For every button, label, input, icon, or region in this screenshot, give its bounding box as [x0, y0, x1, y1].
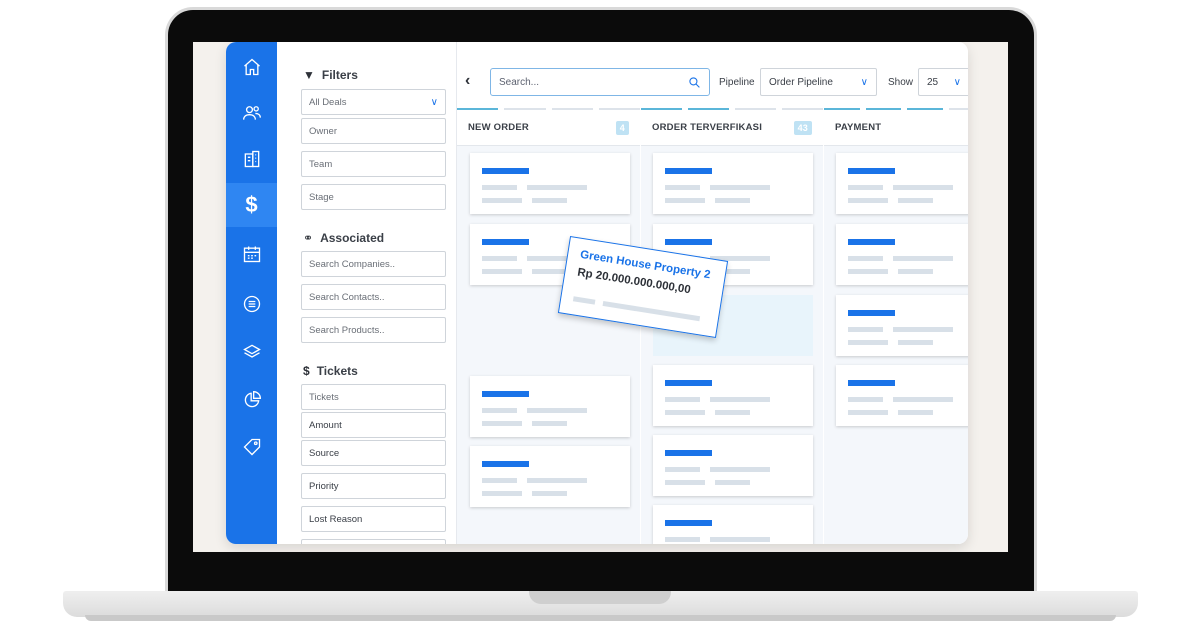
team-field[interactable]: Team — [301, 151, 446, 177]
nav-rail: $ — [226, 42, 277, 544]
calendar-icon — [243, 246, 260, 263]
deal-card[interactable] — [653, 505, 813, 544]
tickets-heading: $ Tickets — [303, 364, 358, 378]
home-icon — [243, 58, 260, 76]
nav-companies[interactable] — [226, 137, 277, 181]
search-icon — [689, 76, 700, 88]
chevron-down-icon: ∨ — [430, 96, 438, 108]
column-title: PAYMENT — [835, 122, 882, 133]
filter-icon: ▼ — [303, 68, 315, 82]
search-products-input[interactable]: Search Products.. — [301, 317, 446, 343]
deal-card[interactable] — [470, 376, 630, 437]
search-input[interactable]: Search... — [490, 68, 710, 96]
companies-icon — [244, 150, 259, 168]
back-arrow-icon[interactable]: ‹ — [465, 72, 470, 90]
column-new-order: NEW ORDER 4 — [457, 108, 640, 544]
filters-heading: ▼ Filters — [303, 68, 358, 82]
column-title: NEW ORDER — [468, 122, 529, 133]
associated-title: Associated — [320, 231, 385, 245]
nav-home[interactable] — [226, 45, 277, 89]
tickets-title: Tickets — [316, 364, 358, 378]
search-placeholder: Search... — [499, 76, 540, 88]
source-field[interactable]: Source — [301, 440, 446, 466]
tickets-field[interactable]: Tickets — [301, 384, 446, 410]
deal-type-value: All Deals — [309, 96, 347, 108]
pipeline-value: Order Pipeline — [769, 76, 833, 88]
link-icon: ⚭ — [303, 231, 314, 245]
amount-placeholder: Amount — [309, 419, 342, 431]
filters-panel: ▼ Filters All Deals ∨ Owner Team Stage ⚭… — [277, 42, 457, 544]
column-count-badge: 43 — [793, 120, 812, 135]
filters-title: Filters — [321, 68, 358, 82]
nav-contacts[interactable] — [226, 91, 277, 135]
deal-card[interactable] — [653, 365, 813, 426]
deal-card[interactable] — [836, 295, 968, 356]
search-contacts-placeholder: Search Contacts.. — [309, 291, 385, 303]
pipeline-select[interactable]: Order Pipeline ∨ — [760, 68, 877, 96]
deal-card[interactable] — [653, 153, 813, 214]
search-contacts-input[interactable]: Search Contacts.. — [301, 284, 446, 310]
reports-icon — [244, 390, 261, 408]
notes-icon — [243, 295, 260, 313]
column-title: ORDER TERVERFIKASI — [652, 122, 763, 133]
deal-card[interactable] — [836, 365, 968, 426]
owner-field[interactable]: Owner — [301, 118, 446, 144]
dollar-icon: $ — [303, 364, 310, 378]
priority-field[interactable]: Priority — [301, 473, 446, 499]
deals-icon: $ — [245, 192, 258, 217]
lost-reason-placeholder: Lost Reason — [309, 513, 363, 525]
chevron-down-icon: ∨ — [953, 76, 961, 88]
deal-card[interactable] — [836, 153, 968, 214]
associated-heading: ⚭ Associated — [303, 231, 384, 245]
nav-notes[interactable] — [226, 282, 277, 326]
deal-card[interactable] — [653, 435, 813, 496]
column-header: PAYMENT — [824, 110, 968, 146]
column-header: NEW ORDER 4 — [457, 110, 640, 146]
column-payment: PAYMENT — [824, 108, 968, 544]
nav-tags[interactable] — [226, 425, 277, 469]
show-count-value: 25 — [927, 76, 939, 88]
search-companies-input[interactable]: Search Companies.. — [301, 251, 446, 277]
team-placeholder: Team — [309, 158, 333, 170]
deal-card[interactable] — [836, 224, 968, 285]
laptop-base-shadow — [85, 615, 1116, 621]
search-products-placeholder: Search Products.. — [309, 324, 385, 336]
contacts-icon — [242, 106, 261, 120]
source-placeholder: Source — [309, 447, 340, 459]
extra-filter-field[interactable] — [301, 539, 446, 544]
nav-reports[interactable] — [226, 378, 277, 422]
layers-icon — [242, 344, 261, 358]
nav-calendar[interactable] — [226, 232, 277, 276]
stage-placeholder: Stage — [309, 191, 334, 203]
column-header: ORDER TERVERFIKASI 43 — [641, 110, 823, 146]
nav-layers[interactable] — [226, 330, 277, 374]
amount-field[interactable]: Amount — [301, 412, 446, 438]
chevron-down-icon: ∨ — [860, 76, 868, 88]
stage-field[interactable]: Stage — [301, 184, 446, 210]
tickets-placeholder: Tickets — [309, 391, 339, 403]
column-count-badge: 4 — [615, 120, 629, 135]
lost-reason-field[interactable]: Lost Reason — [301, 506, 446, 532]
laptop-notch — [529, 591, 671, 604]
nav-deals[interactable]: $ — [226, 183, 277, 227]
tags-icon — [243, 438, 260, 456]
priority-placeholder: Priority — [309, 480, 339, 492]
laptop-mockup: $ ▼ Filters All Deals ∨ Owner Team Stage… — [0, 0, 1200, 628]
show-label: Show — [888, 77, 914, 88]
deal-card[interactable] — [470, 446, 630, 507]
show-count-select[interactable]: 25 ∨ — [918, 68, 968, 96]
deal-card[interactable] — [470, 153, 630, 214]
search-companies-placeholder: Search Companies.. — [309, 258, 396, 270]
deal-type-select[interactable]: All Deals ∨ — [301, 89, 446, 115]
pipeline-label: Pipeline — [719, 77, 755, 88]
owner-placeholder: Owner — [309, 125, 337, 137]
